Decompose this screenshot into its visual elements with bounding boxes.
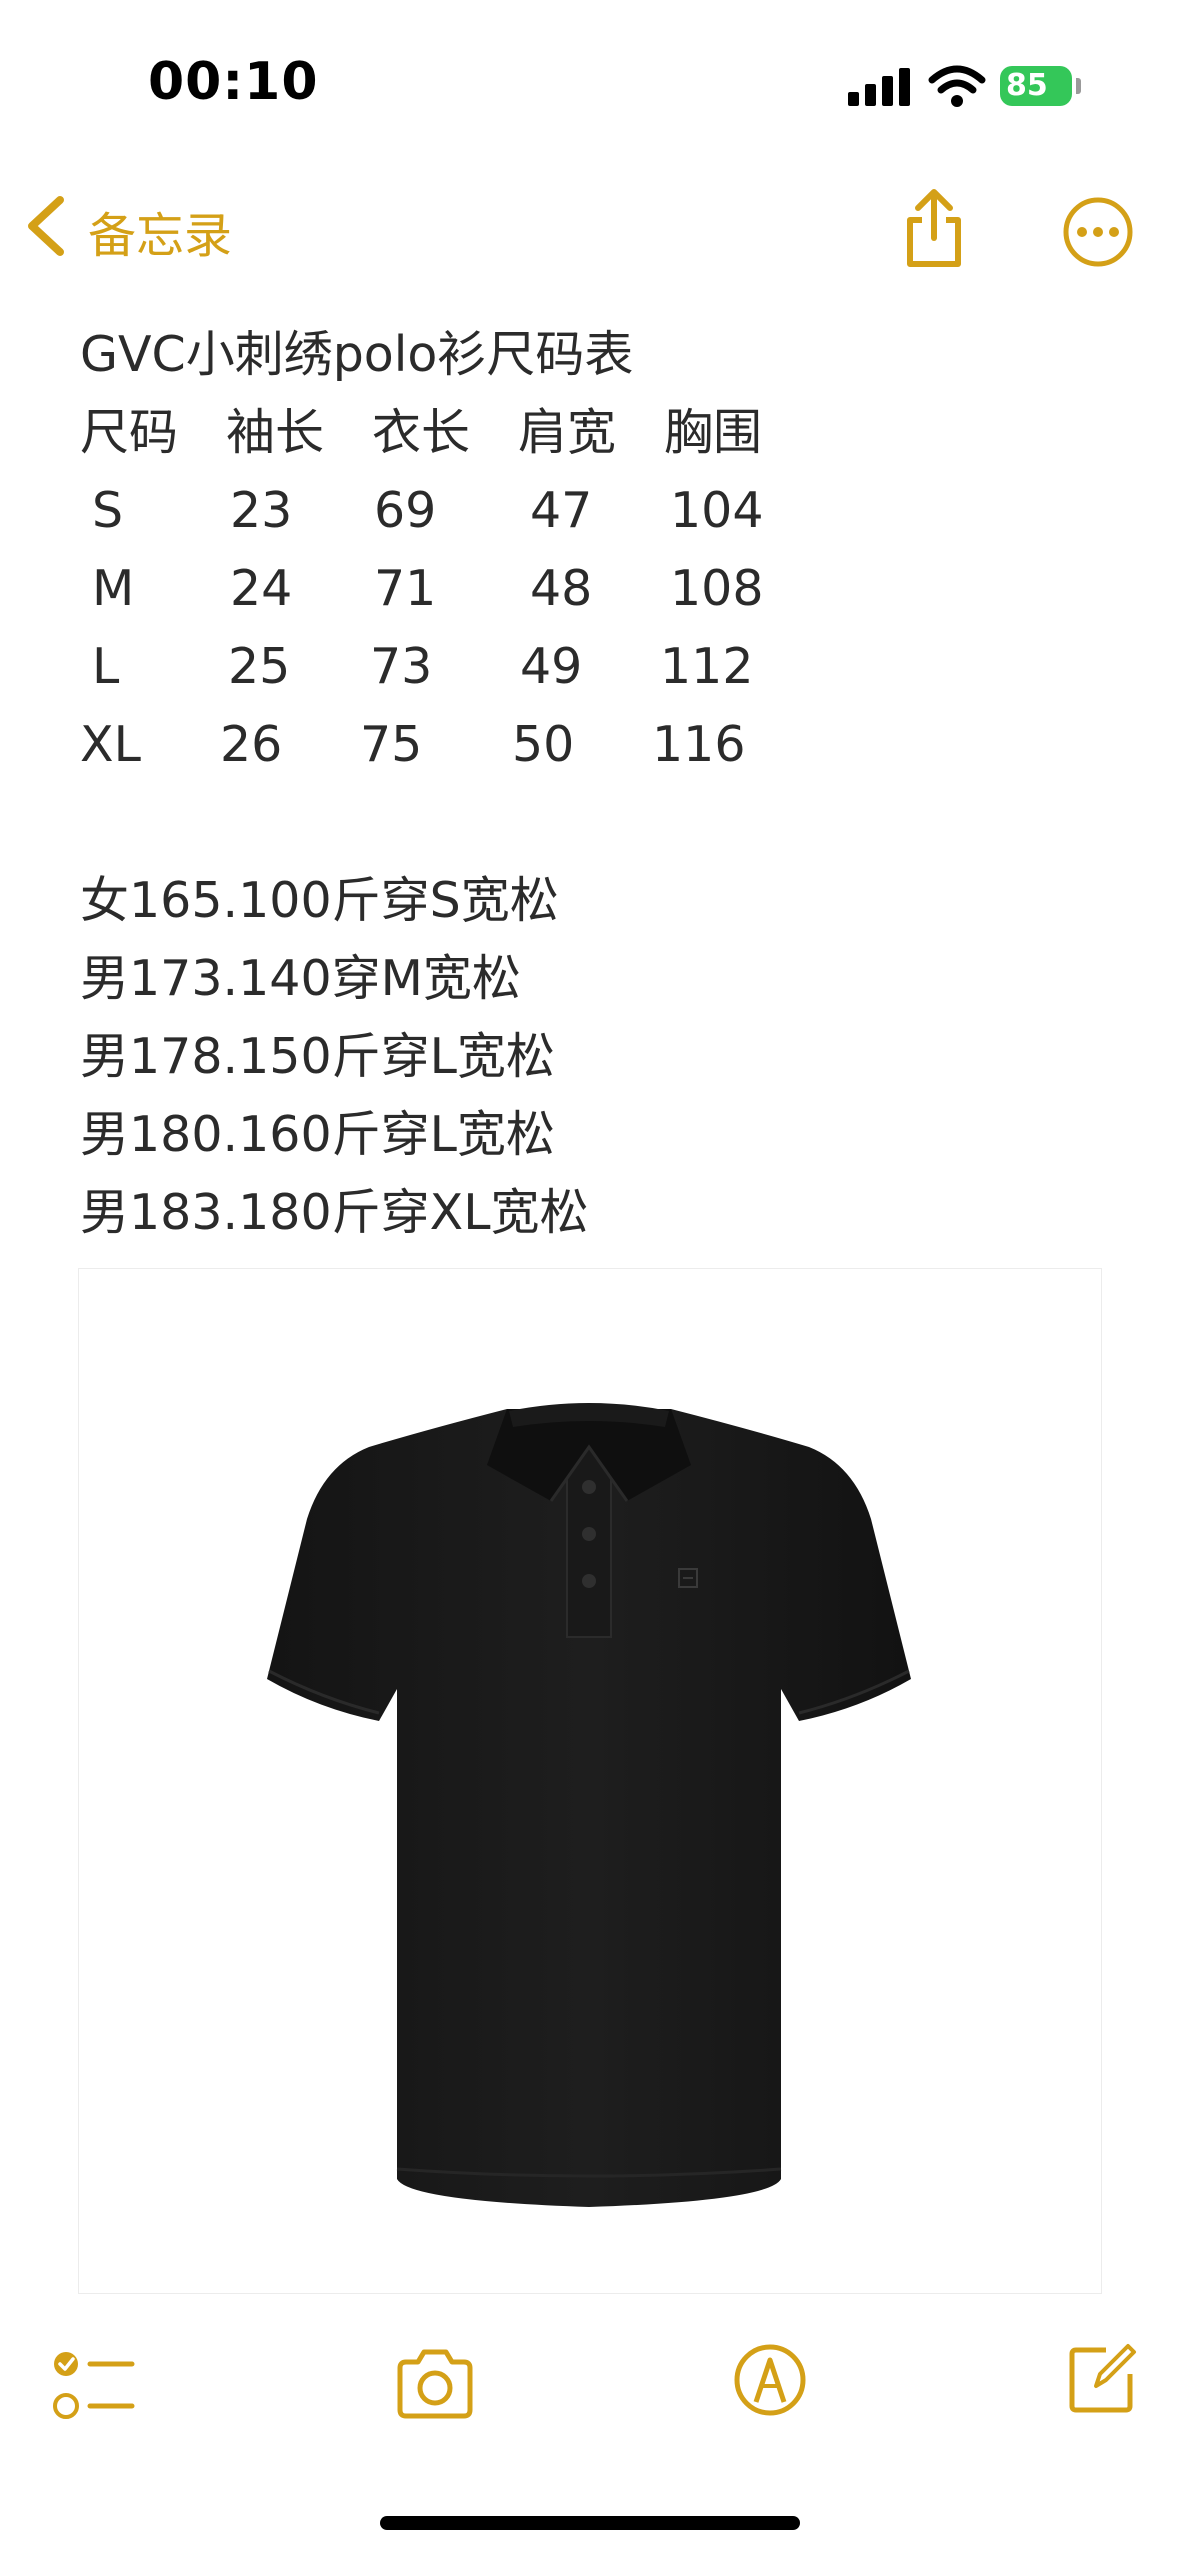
size-cell: L [92, 638, 120, 695]
battery-level: 85 [1006, 68, 1048, 103]
size-row: L 25 73 49 112 [80, 628, 810, 706]
length-cell: 71 [374, 560, 437, 617]
recommendation-line: 男178.150斤穿L宽松 [80, 1028, 555, 1085]
length-cell: 73 [370, 638, 433, 695]
sleeve-cell: 25 [228, 638, 291, 695]
recommendation-line: 男183.180斤穿XL宽松 [80, 1184, 589, 1241]
header-sleeve: 袖长 [226, 404, 325, 461]
polo-shirt-illustration [267, 1403, 911, 2207]
polo-shirt-image[interactable] [78, 1268, 1102, 2294]
more-button[interactable] [1062, 196, 1134, 272]
recommendation-line: 男173.140穿M宽松 [80, 950, 521, 1007]
sleeve-cell: 24 [230, 560, 293, 617]
camera-button[interactable] [394, 2346, 476, 2426]
header-shoulder: 肩宽 [518, 404, 617, 461]
status-time: 00:10 [148, 52, 319, 112]
compose-button[interactable] [1066, 2338, 1138, 2418]
shoulder-cell: 49 [520, 638, 583, 695]
checklist-icon [53, 2352, 135, 2419]
ellipsis-circle-icon [1063, 197, 1133, 267]
header-length: 衣长 [372, 404, 471, 461]
recommendation-line: 女165.100斤穿S宽松 [80, 872, 559, 929]
back-label[interactable]: 备忘录 [88, 196, 232, 266]
chest-cell: 116 [652, 716, 746, 773]
sleeve-cell: 23 [230, 482, 293, 539]
length-cell: 75 [360, 716, 423, 773]
chest-cell: 112 [660, 638, 754, 695]
size-cell: M [92, 560, 135, 617]
size-row: M 24 71 48 108 [80, 550, 810, 628]
home-indicator[interactable] [380, 2516, 800, 2530]
size-row: XL 26 75 50 116 [80, 706, 810, 784]
back-button[interactable] [22, 194, 70, 262]
cellular-signal-icon [848, 68, 916, 106]
length-cell: 69 [374, 482, 437, 539]
chest-cell: 104 [670, 482, 764, 539]
checklist-button[interactable] [52, 2346, 138, 2430]
size-cell: S [92, 482, 124, 539]
share-icon [907, 189, 961, 267]
shoulder-cell: 47 [530, 482, 593, 539]
size-table-header: 尺码 袖长 衣长 肩宽 胸围 [80, 394, 810, 472]
compose-icon [1069, 2344, 1136, 2413]
wifi-icon [928, 64, 986, 112]
markup-pen-icon [734, 2344, 806, 2416]
chevron-left-icon [28, 196, 64, 256]
shoulder-cell: 50 [512, 716, 575, 773]
share-button[interactable] [898, 188, 970, 272]
size-row: S 23 69 47 104 [80, 472, 810, 550]
note-title: GVC小刺绣polo衫尺码表 [80, 326, 634, 383]
sleeve-cell: 26 [220, 716, 283, 773]
shoulder-cell: 48 [530, 560, 593, 617]
markup-button[interactable] [732, 2342, 808, 2422]
note-body[interactable]: GVC小刺绣polo衫尺码表 尺码 袖长 衣长 肩宽 胸围 S 23 69 47 104 M 24… [80, 316, 810, 1252]
header-chest: 胸围 [664, 404, 763, 461]
header-size: 尺码 [80, 404, 179, 461]
size-cell: XL [80, 716, 141, 773]
camera-icon [397, 2349, 473, 2419]
battery-tip [1076, 78, 1081, 94]
recommendation-line: 男180.160斤穿L宽松 [80, 1106, 555, 1163]
battery-icon: 85 [1000, 66, 1072, 106]
chest-cell: 108 [670, 560, 764, 617]
